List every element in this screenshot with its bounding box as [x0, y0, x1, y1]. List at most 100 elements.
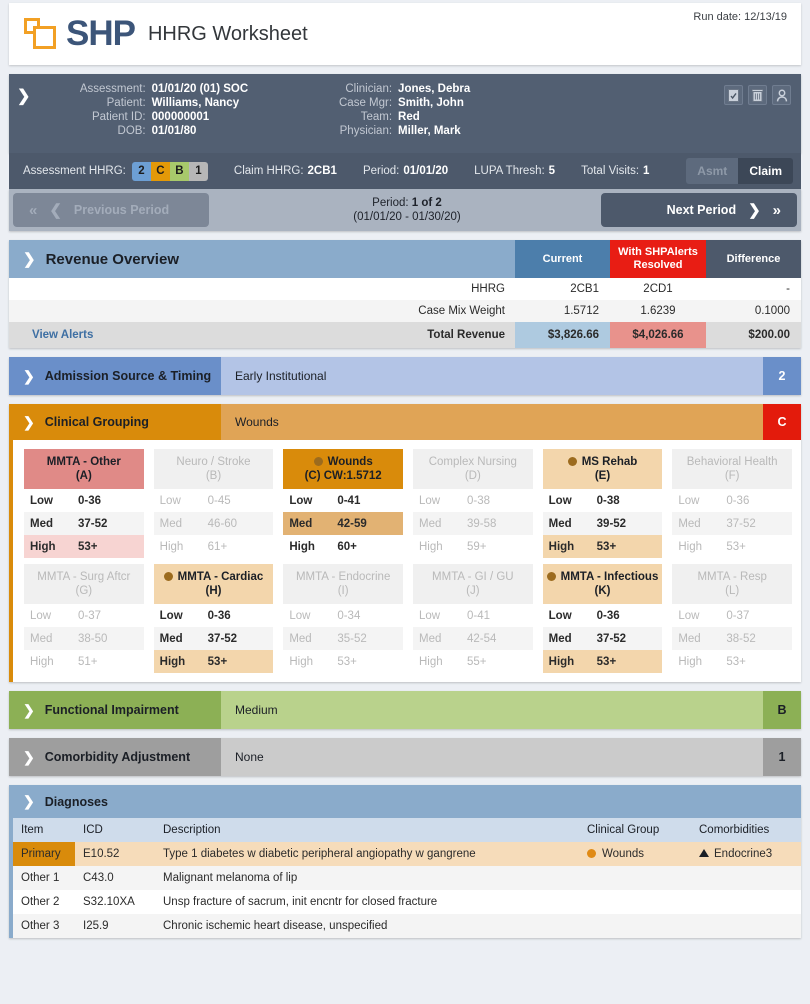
- admission-source-score: 2: [763, 357, 801, 395]
- severity-row: Low 0-38: [543, 489, 663, 512]
- severity-range: 53+: [726, 540, 746, 553]
- severity-label: Low: [159, 494, 181, 507]
- clinical-group-header[interactable]: MMTA - Resp (L): [672, 564, 792, 604]
- severity-row: Med 37-52: [153, 627, 274, 650]
- patient-panel-expand-icon[interactable]: ❯: [17, 83, 39, 106]
- case-mgr-value: Smith, John: [398, 97, 464, 109]
- severity-label: Med: [678, 517, 701, 530]
- clinical-group-card: MMTA - Endocrine (I) Low 0-34 Med 35-52 High 53…: [283, 564, 403, 673]
- trash-icon[interactable]: [748, 85, 767, 105]
- shp-logo-icon: [21, 16, 61, 52]
- severity-label: Low: [289, 609, 311, 622]
- tab-claim[interactable]: Claim: [738, 158, 793, 184]
- clinical-group-header[interactable]: MMTA - Other (A): [24, 449, 144, 489]
- section-diagnoses: ❯ Diagnoses Item ICD Description Clinica…: [9, 785, 801, 938]
- header-description: Description: [155, 818, 579, 842]
- severity-row: Med 37-52: [542, 627, 663, 650]
- clinical-group-name: Behavioral Health: [686, 456, 778, 468]
- severity-label: High: [548, 655, 575, 668]
- next-period-button[interactable]: Next Period ❯ »: [601, 193, 797, 227]
- total-visits-label: Total Visits:: [581, 165, 640, 177]
- severity-range: 35-52: [337, 632, 367, 645]
- clinical-group-code: (K): [594, 585, 611, 597]
- severity-label: High: [159, 540, 184, 553]
- severity-label: Low: [159, 609, 183, 622]
- severity-range: 0-41: [466, 609, 491, 622]
- clinical-group-header[interactable]: Complex Nursing (D): [412, 449, 533, 489]
- clinical-group-title: Wounds: [313, 455, 373, 469]
- cell-item: Primary: [13, 842, 75, 866]
- severity-range: 0-37: [78, 609, 102, 622]
- severity-row: Med 38-52: [672, 627, 792, 650]
- clinician-label: Clinician:: [345, 83, 393, 95]
- cell-comorbidities: [691, 914, 801, 938]
- dob-label: DOB:: [117, 125, 146, 137]
- cell-clinical-group: [579, 866, 691, 890]
- revenue-overview-title-bar[interactable]: ❯ Revenue Overview: [9, 240, 515, 278]
- hhrg-summary-bar: Assessment HHRG: 2 C B 1 Claim HHRG: 2CB…: [9, 153, 801, 189]
- severity-range: 61+: [207, 540, 228, 553]
- table-row[interactable]: Other 1 C43.0 Malignant melanoma of lip: [13, 866, 801, 890]
- view-alerts-link[interactable]: View Alerts: [32, 329, 93, 341]
- double-chevron-right-icon: »: [772, 201, 781, 219]
- clinical-group-header[interactable]: MMTA - Cardiac (H): [153, 564, 274, 604]
- functional-impairment-header[interactable]: ❯ Functional Impairment: [9, 691, 221, 729]
- document-check-icon[interactable]: [724, 85, 743, 105]
- severity-row: Low 0-38: [413, 489, 533, 512]
- comorbidity-adjustment-header[interactable]: ❯ Comorbidity Adjustment: [9, 738, 221, 776]
- clinical-grouping-toggle[interactable]: ❯ Clinical Grouping: [9, 404, 221, 440]
- severity-range: 53+: [337, 655, 357, 668]
- severity-range: 37-52: [726, 517, 756, 530]
- hhrg-badges: 2 C B 1: [131, 161, 208, 181]
- clinical-group-header[interactable]: MMTA - Infectious (K): [542, 564, 663, 604]
- cell-description: Malignant melanoma of lip: [155, 866, 579, 890]
- table-row[interactable]: Other 3 I25.9 Chronic ischemic heart disea…: [13, 914, 801, 938]
- page-title: HHRG Worksheet: [147, 23, 308, 45]
- clinical-group-title: MMTA - Infectious: [546, 570, 658, 584]
- next-period-label: Next Period: [666, 203, 737, 217]
- cell-clinical-group: [579, 890, 691, 914]
- chevron-down-icon: ❯: [23, 413, 35, 430]
- cell-icd: S32.10XA: [83, 896, 135, 908]
- severity-label: Med: [30, 632, 53, 645]
- clinical-group-header[interactable]: MMTA - Endocrine (I): [283, 564, 403, 604]
- severity-range: 53+: [596, 540, 617, 553]
- severity-row: Low 0-36: [154, 604, 274, 627]
- severity-range: 0-36: [726, 494, 750, 507]
- app-header: SHP HHRG Worksheet Run date: 12/13/19: [9, 3, 801, 65]
- logo-wordmark: SHP: [66, 14, 136, 53]
- lupa-value: 5: [548, 165, 556, 177]
- cell-item: Other 3: [13, 914, 75, 938]
- admission-source-header[interactable]: ❯ Admission Source & Timing: [9, 357, 221, 395]
- cell-description: Unsp fracture of sacrum, init encntr for…: [163, 896, 438, 908]
- cell-icd: C43.0: [75, 866, 155, 890]
- comorbidity-adjustment-label: Comorbidity Adjustment: [44, 750, 191, 764]
- severity-range: 39-52: [596, 517, 627, 530]
- severity-range: 60+: [337, 540, 357, 553]
- severity-label: Med: [548, 517, 572, 530]
- severity-label: High: [289, 540, 315, 553]
- tab-asmt[interactable]: Asmt: [686, 158, 739, 184]
- severity-range: 42-54: [466, 632, 497, 645]
- clinical-group-header[interactable]: MS Rehab (E): [542, 449, 663, 489]
- assessment-value: 01/01/20 (01) SOC: [151, 83, 249, 95]
- dob-value: 01/01/80: [151, 125, 197, 137]
- chevron-right-icon: ❯: [23, 367, 35, 384]
- person-icon[interactable]: [772, 85, 791, 105]
- severity-label: Med: [418, 632, 442, 645]
- previous-period-button[interactable]: « ❮ Previous Period: [13, 193, 209, 227]
- section-functional-impairment: ❯ Functional Impairment Medium B: [9, 691, 801, 729]
- diagnoses-header[interactable]: ❯ Diagnoses: [9, 785, 801, 818]
- severity-label: Med: [30, 517, 53, 530]
- period-group: Period: 01/01/20: [363, 165, 448, 177]
- clinical-group-header[interactable]: MMTA - GI / GU (J): [412, 564, 533, 604]
- table-row[interactable]: Other 2 S32.10XA Unsp fracture of sacrum, …: [13, 890, 801, 914]
- clinical-group-header[interactable]: Behavioral Health (F): [672, 449, 792, 489]
- clinical-group-header[interactable]: Neuro / Stroke (B): [153, 449, 274, 489]
- table-row[interactable]: Primary E10.52 Type 1 diabetes w diabetic …: [13, 842, 801, 866]
- clinical-group-header[interactable]: MMTA - Surg Aftcr (G): [24, 564, 144, 604]
- severity-row: Low 0-34: [283, 604, 403, 627]
- clinical-group-header[interactable]: Wounds (C) CW:1.5712: [283, 449, 403, 489]
- severity-label: Med: [289, 517, 313, 530]
- clinical-grouping-body: MMTA - Other (A) Low 0-36 Med 37-52 High 53+ Neu…: [9, 440, 801, 682]
